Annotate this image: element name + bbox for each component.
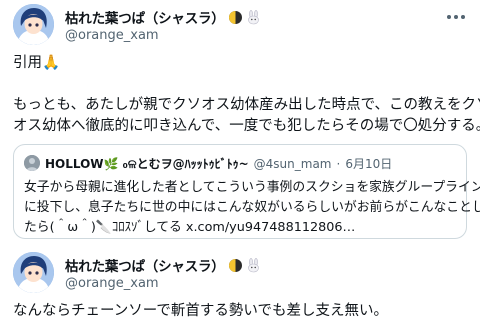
quoted-handle[interactable]: @4sun_mam: [254, 157, 332, 171]
quoted-header: HOLLOW🌿 ₀ଳとむヲ@ﾊｯｯﾄｩﾋﾞﾄｩ~ @4sun_mam · 6月1…: [45, 155, 392, 172]
half-moon-icon: [228, 258, 243, 273]
separator-dot: ·: [336, 156, 341, 171]
user-handle[interactable]: @orange_xam: [65, 276, 159, 291]
quoted-display-name[interactable]: HOLLOW🌿 ₀ଳとむヲ@ﾊｯｯﾄｩﾋﾞﾄｩ~: [45, 155, 249, 172]
rabbit-icon: [246, 9, 261, 25]
quoted-date[interactable]: 6月10日: [345, 155, 392, 172]
avatar[interactable]: [13, 4, 54, 45]
tweet-text-line: なんならチェーンソーで斬首する勢いでも差し支え無い。: [13, 303, 388, 319]
quoted-text-line: たら(＾ω＾)🔪ｺﾛｽｿﾞしてる x.com/yu947488112806…: [24, 220, 356, 235]
quoted-text-line: に投下し、息子たちに世の中にはこんな奴がいるらしいがお前らがこんなことし: [24, 200, 480, 215]
display-name[interactable]: 枯れた葉つぱ（シャスラ）: [65, 7, 225, 27]
tweet-text-line: オス幼体へ徹底的に叩き込んで、一度でも犯したらその場で〇処分する。: [13, 118, 480, 134]
tweet-text-line: 引用🙏: [13, 55, 61, 71]
user-handle[interactable]: @orange_xam: [65, 28, 159, 43]
quoted-text-line: 女子から母親に進化した者としてこういう事例のスクショを家族グループライン: [24, 180, 480, 195]
tweet-post[interactable]: 枯れた葉つぱ（シャスラ） @orange_xam なんならチェーンソーで斬首する…: [0, 250, 480, 331]
tweet-text-line: もっとも、あたしが親でクソオス幼体産み出した時点で、この教えをクソ: [13, 97, 480, 113]
author-name-row[interactable]: 枯れた葉つぱ（シャスラ）: [65, 7, 261, 27]
quoted-avatar[interactable]: [24, 155, 40, 171]
quoted-tweet[interactable]: HOLLOW🌿 ₀ଳとむヲ@ﾊｯｯﾄｩﾋﾞﾄｩ~ @4sun_mam · 6月1…: [13, 144, 480, 239]
quoted-text: 女子から母親に進化した者としてこういう事例のスクショを家族グループライン に投下…: [24, 178, 480, 238]
display-name[interactable]: 枯れた葉つぱ（シャスラ）: [65, 255, 225, 275]
rabbit-icon: [246, 257, 261, 273]
author-name-row[interactable]: 枯れた葉つぱ（シャスラ）: [65, 255, 261, 275]
half-moon-icon: [228, 10, 243, 25]
tweet-post[interactable]: 枯れた葉つぱ（シャスラ） @orange_xam 引用🙏 もっとも、あたしが親で…: [0, 0, 480, 250]
avatar[interactable]: [13, 252, 54, 293]
more-options-icon[interactable]: [444, 8, 468, 26]
